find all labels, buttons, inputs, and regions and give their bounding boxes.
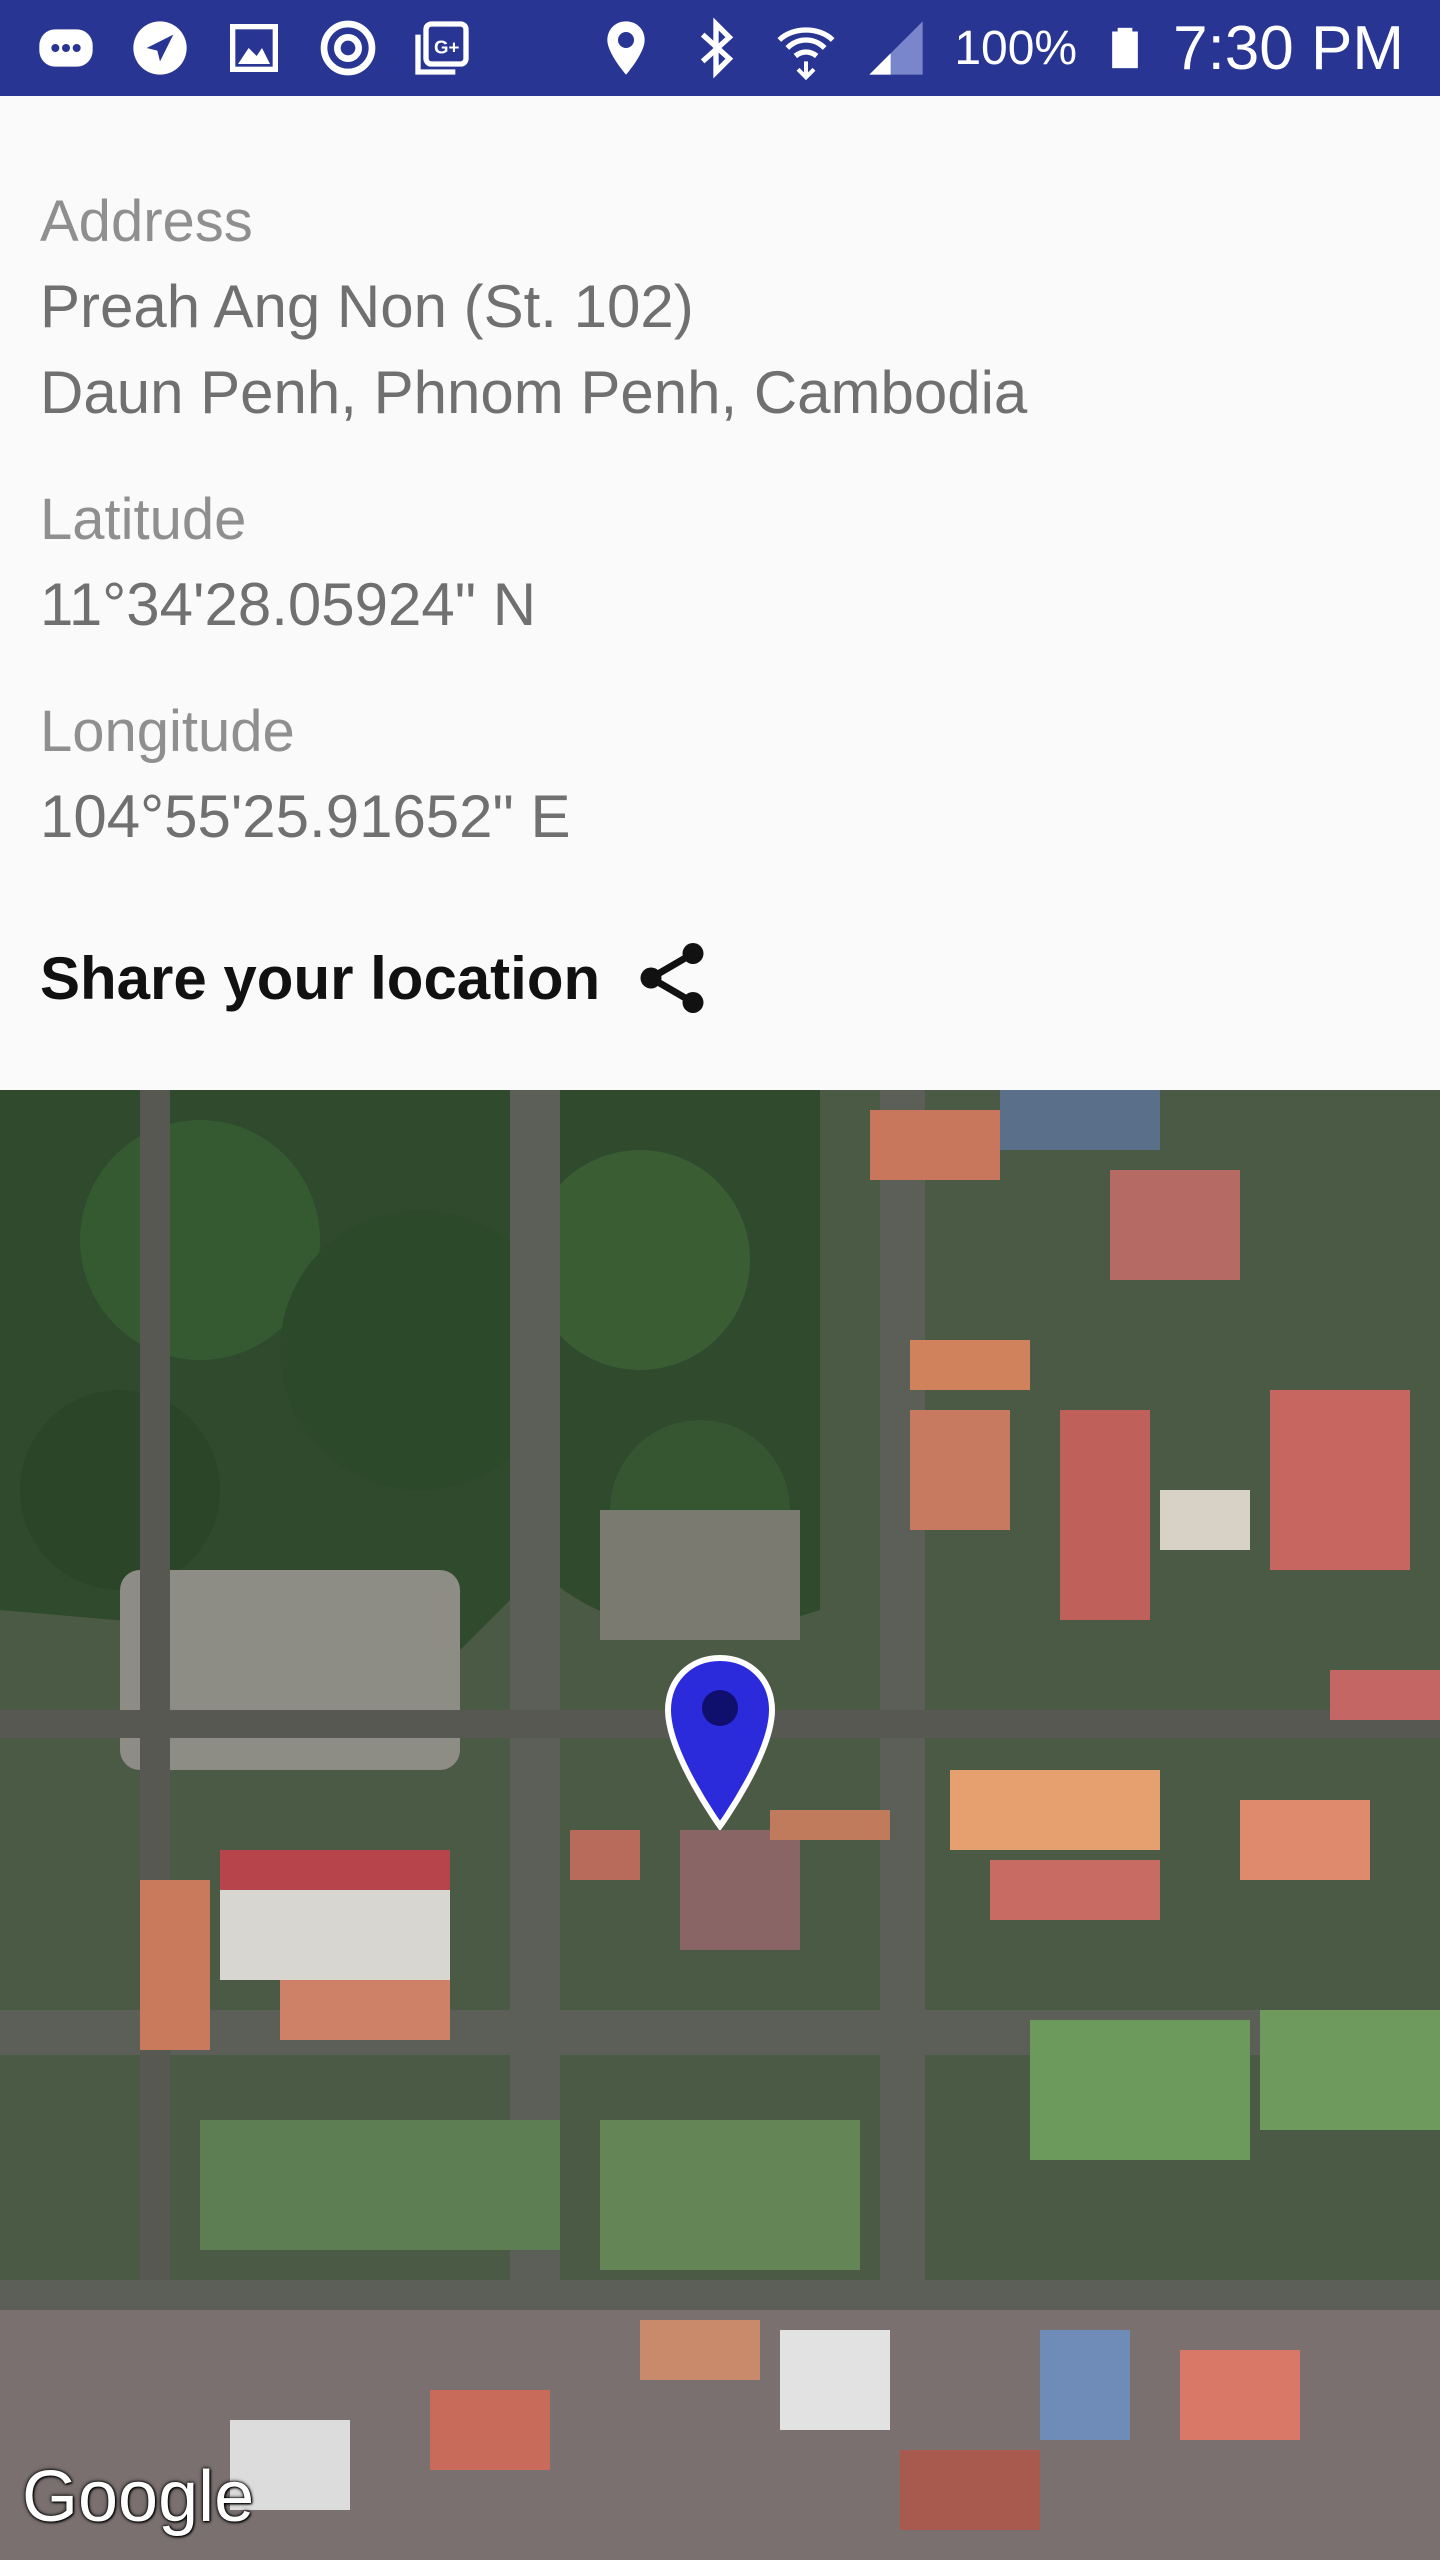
- battery-percentage: 100%: [954, 21, 1078, 75]
- address-line-1: Preah Ang Non (St. 102): [40, 273, 694, 340]
- longitude-value: 104°55'25.91652" E: [40, 783, 571, 850]
- google-attribution: Google: [22, 2457, 255, 2537]
- latitude-value: 11°34'28.05924" N: [40, 571, 537, 638]
- wifi-icon: [777, 27, 835, 80]
- location-icon: [607, 21, 645, 75]
- location-info-panel: Address Preah Ang Non (St. 102) Daun Pen…: [0, 96, 1440, 1090]
- sync-icon: [320, 20, 376, 76]
- notification-icons: G+: [34, 16, 474, 80]
- location-marker-icon[interactable]: [660, 1650, 780, 1830]
- longitude-label: Longitude: [40, 699, 295, 764]
- share-location-button[interactable]: Share your location: [40, 936, 714, 1020]
- image-icon: [230, 24, 278, 72]
- share-icon: [640, 943, 704, 1013]
- bluetooth-icon: [701, 17, 734, 79]
- status-bar: G+ 100% 7:30 PM: [0, 0, 1440, 96]
- latitude-label: Latitude: [40, 487, 247, 552]
- svg-text:G+: G+: [434, 36, 460, 57]
- clock: 7:30 PM: [1173, 13, 1404, 83]
- signal-icon: [869, 21, 923, 75]
- satellite-map[interactable]: Google: [0, 1090, 1440, 2560]
- address-line-2: Daun Penh, Phnom Penh, Cambodia: [40, 359, 1028, 426]
- google-plus-icon: G+: [415, 21, 469, 75]
- share-location-label: Share your location: [40, 944, 601, 1012]
- battery-icon: [1112, 27, 1138, 69]
- navigation-icon: [133, 21, 187, 75]
- system-indicators: 100% 7:30 PM: [594, 0, 1404, 96]
- message-icon: [39, 29, 93, 67]
- address-label: Address: [40, 189, 253, 254]
